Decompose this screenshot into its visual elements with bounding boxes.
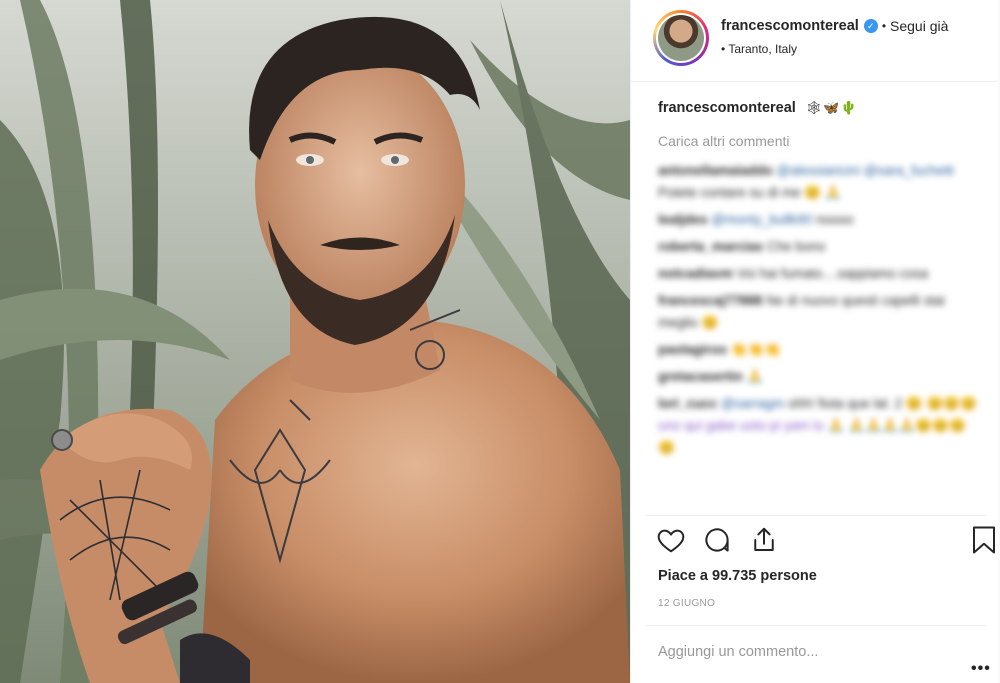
comment-mention[interactable]: @alessiaricini @sara_fucheiti xyxy=(777,163,954,178)
follow-status-button[interactable]: Segui già xyxy=(890,18,948,34)
comment-username[interactable]: francescaj77888 xyxy=(658,293,762,308)
comment: notcadiavm Voi hai fumato....sappiamo co… xyxy=(658,263,978,285)
comment-mention[interactable]: @sarragm xyxy=(721,396,784,411)
comment-text: Che bono xyxy=(766,239,826,254)
comment-username[interactable]: lori_cucc xyxy=(658,396,717,411)
comment: paolagiroo 👏👏👏 xyxy=(658,339,978,361)
comment-text: ohh! fiota que lal. 2 xyxy=(788,396,903,411)
divider xyxy=(646,625,986,626)
comment-emoji: 👏👏👏 xyxy=(730,342,782,357)
comment: antonellamaiaddo @alessiaricini @sara_fu… xyxy=(658,160,978,204)
comment-username[interactable]: gretacasertin xyxy=(658,369,743,384)
comment: francescaj77888 Ne di nuovo questi capel… xyxy=(658,290,978,334)
username-row: francescomontereal ✓ • Segui già xyxy=(721,18,948,34)
divider xyxy=(646,515,986,516)
comment-username[interactable]: antonellamaiaddo xyxy=(658,163,773,178)
caption: francescomontereal 🕸🦋🌵 xyxy=(658,100,858,116)
comment-mention[interactable]: @monty_bullk90 xyxy=(711,212,812,227)
more-options-icon[interactable]: ••• xyxy=(971,660,991,678)
post-photo-illustration xyxy=(0,0,630,683)
likes-count[interactable]: Piace a 99.735 persone xyxy=(658,568,817,584)
avatar[interactable] xyxy=(653,10,709,66)
post-actions xyxy=(656,525,1000,561)
avatar-image xyxy=(658,15,704,61)
comment-text: Voi hai fumato....sappiamo cosa xyxy=(736,266,929,281)
add-comment-input[interactable]: Aggiungi un commento... xyxy=(658,644,818,660)
post-photo[interactable] xyxy=(0,0,630,683)
comment-username[interactable]: roberta_marcias xyxy=(658,239,763,254)
post-header: francescomontereal ✓ • Segui già • Taran… xyxy=(631,0,1000,82)
comments-fade xyxy=(631,505,1000,521)
comment-username[interactable]: notcadiavm xyxy=(658,266,733,281)
comment-emoji: 😊 xyxy=(701,315,719,330)
comment-username[interactable]: paolagiroo xyxy=(658,342,727,357)
comment: roberta_marcias Che bono xyxy=(658,236,978,258)
post-detail-panel: francescomontereal ✓ • Segui già • Taran… xyxy=(630,0,1000,683)
location-link[interactable]: • Taranto, Italy xyxy=(721,42,797,56)
comment-username[interactable]: lealjdes xyxy=(658,212,708,227)
caption-username[interactable]: francescomontereal xyxy=(658,100,796,116)
comment: lealjdes @monty_bullk90 noooo xyxy=(658,209,978,231)
heart-icon[interactable] xyxy=(656,525,686,555)
avatar-inner xyxy=(656,13,706,63)
comment-icon[interactable] xyxy=(702,525,732,555)
verified-badge-icon: ✓ xyxy=(863,19,878,33)
separator-dot: • xyxy=(881,19,887,33)
comment: lori_cucc @sarragm ohh! fiota que lal. 2… xyxy=(658,393,978,459)
comment-emoji: 😊 🙏 xyxy=(804,185,842,200)
comment-text: noooo xyxy=(815,212,854,227)
comments-list: antonellamaiaddo @alessiaricini @sara_fu… xyxy=(658,160,978,464)
caption-text: 🕸🦋🌵 xyxy=(805,100,858,115)
load-more-comments-button[interactable]: Carica altri commenti xyxy=(658,133,789,149)
bookmark-icon[interactable] xyxy=(971,525,997,555)
share-icon[interactable] xyxy=(749,525,779,555)
username-link[interactable]: francescomontereal xyxy=(721,18,859,34)
comment-text: Potete contare su di me xyxy=(658,185,801,200)
comment: gretacasertin 🙏 xyxy=(658,366,978,388)
comment-emoji: 🙏 xyxy=(746,369,764,384)
post-date[interactable]: 12 GIUGNO xyxy=(658,598,715,609)
